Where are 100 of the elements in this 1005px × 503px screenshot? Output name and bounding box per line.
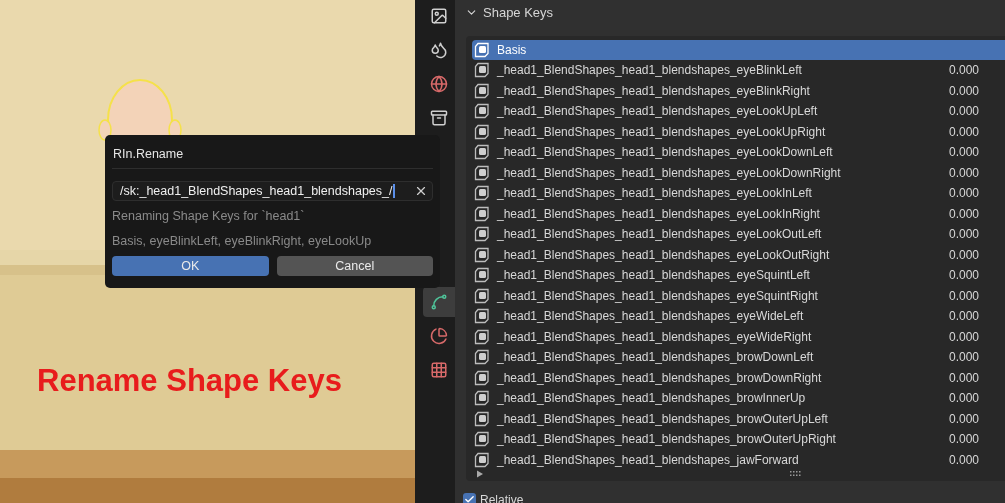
shape-key-value: 0.000 <box>948 451 979 469</box>
shape-key-icon <box>474 144 490 161</box>
shape-key-value: 0.000 <box>948 123 979 141</box>
shape-key-name: _head1_BlendShapes_head1_blendshapes_eyeWideRight <box>497 328 813 346</box>
shape-key-row[interactable]: _head1_BlendShapes_head1_blendshapes_eyeLookOutRight 0.000 <box>472 244 1005 265</box>
checker-icon <box>430 361 448 379</box>
shape-key-value: 0.000 <box>948 267 979 285</box>
shape-key-icon <box>474 287 490 304</box>
shape-key-row[interactable]: _head1_BlendShapes_head1_blendshapes_eyeLookOutLeft 0.000 <box>472 224 1005 245</box>
shape-key-name: _head1_BlendShapes_head1_blendshapes_eyeBlinkLeft <box>497 62 803 80</box>
shape-key-value: 0.000 <box>948 62 979 80</box>
box-icon <box>430 109 448 127</box>
shape-key-icon <box>474 62 490 79</box>
shape-key-name: Basis <box>497 41 528 59</box>
shape-key-row[interactable]: _head1_BlendShapes_head1_blendshapes_eyeLookUpLeft 0.000 <box>472 101 1005 122</box>
shape-key-row[interactable]: _head1_BlendShapes_head1_blendshapes_browOuterUpRight 0.000 <box>472 429 1005 450</box>
caption: Rename Shape Keys <box>37 362 342 400</box>
shape-key-name: _head1_BlendShapes_head1_blendshapes_eyeWideLeft <box>497 308 805 326</box>
shape-key-name: _head1_BlendShapes_head1_blendshapes_browOuterUpRight <box>497 431 837 449</box>
shape-key-value: 0.000 <box>948 103 979 121</box>
shape-key-value: 0.000 <box>948 349 979 367</box>
shape-key-value: 0.000 <box>948 431 979 449</box>
checkbox-label: Relative <box>480 491 524 503</box>
shape-key-icon <box>474 123 490 140</box>
shape-key-value: 0.000 <box>948 185 979 203</box>
checkbox[interactable] <box>463 493 476 503</box>
shape-key-icon <box>474 431 490 448</box>
image-icon <box>430 7 448 25</box>
shape-key-icon <box>474 451 490 468</box>
shape-key-icon <box>474 246 490 263</box>
shape-key-row[interactable]: _head1_BlendShapes_head1_blendshapes_eyeBlinkRight 0.000 <box>472 80 1005 101</box>
shape-key-icon <box>474 267 490 284</box>
shape-key-name: _head1_BlendShapes_head1_blendshapes_eyeLookInLeft <box>497 185 813 203</box>
shape-key-icon <box>474 328 490 345</box>
shape-key-icon <box>474 226 490 243</box>
shape-key-icon <box>474 390 490 407</box>
sphere-icon <box>430 327 448 345</box>
shape-key-row[interactable]: Basis <box>472 39 1005 60</box>
preview-text: Basis, eyeBlinkLeft, eyeBlinkRight, eyeLookUp <box>112 233 373 248</box>
shape-key-name: _head1_BlendShapes_head1_blendshapes_eyeSquintRight <box>497 287 819 305</box>
shape-key-icon <box>474 41 490 58</box>
ok-button[interactable]: OK <box>112 256 269 276</box>
shape-key-icon <box>474 185 490 202</box>
dialog-title: RIn.Rename <box>112 146 185 161</box>
shape-key-value: 0.000 <box>948 226 979 244</box>
shape-key-value: 0.000 <box>948 205 979 223</box>
shape-key-icon <box>474 164 490 181</box>
resize-grip-icon[interactable] <box>790 471 802 477</box>
field-value: /sk:_head1_BlendShapes_head1_blendshapes_/ <box>120 182 396 200</box>
shape-key-row[interactable]: _head1_BlendShapes_head1_blendshapes_browDownRight 0.000 <box>472 367 1005 388</box>
shape-key-row[interactable]: _head1_BlendShapes_head1_blendshapes_eyeLookUpRight 0.000 <box>472 121 1005 142</box>
shape-key-name: _head1_BlendShapes_head1_blendshapes_browDownRight <box>497 369 823 387</box>
shape-key-icon <box>474 369 490 386</box>
shape-key-name: _head1_BlendShapes_head1_blendshapes_eyeBlinkRight <box>497 82 811 100</box>
shape-key-icon <box>474 349 490 366</box>
shape-key-name: _head1_BlendShapes_head1_blendshapes_eyeLookDownLeft <box>497 144 834 162</box>
shape-key-value: 0.000 <box>948 410 979 428</box>
drops-icon <box>430 41 448 59</box>
shape-key-name: _head1_BlendShapes_head1_blendshapes_eyeLookUpRight <box>497 123 827 141</box>
shape-key-name: _head1_BlendShapes_head1_blendshapes_browOuterUpLeft <box>497 410 829 428</box>
shape-key-row[interactable]: _head1_BlendShapes_head1_blendshapes_eyeLookInLeft 0.000 <box>472 183 1005 204</box>
shape-key-value: 0.000 <box>948 164 979 182</box>
shape-key-icon <box>474 308 490 325</box>
info-text: Renaming Shape Keys for `head1` <box>112 208 306 223</box>
shape-key-value: 0.000 <box>948 144 979 162</box>
shape-key-row[interactable]: _head1_BlendShapes_head1_blendshapes_browOuterUpLeft 0.000 <box>472 408 1005 429</box>
clear-icon[interactable] <box>414 184 428 198</box>
shape-key-value: 0.000 <box>948 308 979 326</box>
shape-key-row[interactable]: _head1_BlendShapes_head1_blendshapes_eyeSquintRight 0.000 <box>472 285 1005 306</box>
shape-key-name: _head1_BlendShapes_head1_blendshapes_eyeSquintLeft <box>497 267 811 285</box>
shape-key-value: 0.000 <box>948 287 979 305</box>
shape-key-row[interactable]: _head1_BlendShapes_head1_blendshapes_eyeWideLeft 0.000 <box>472 306 1005 327</box>
shape-key-name: _head1_BlendShapes_head1_blendshapes_eyeLookOutRight <box>497 246 831 264</box>
shape-key-value: 0.000 <box>948 328 979 346</box>
shape-key-name: _head1_BlendShapes_head1_blendshapes_browInnerUp <box>497 390 807 408</box>
shape-key-icon <box>474 82 490 99</box>
shape-key-name: _head1_BlendShapes_head1_blendshapes_eyeLookOutLeft <box>497 226 823 244</box>
shape-key-row[interactable]: _head1_BlendShapes_head1_blendshapes_eyeLookDownRight 0.000 <box>472 162 1005 183</box>
shape-key-row[interactable]: _head1_BlendShapes_head1_blendshapes_browInnerUp 0.000 <box>472 388 1005 409</box>
shape-key-value: 0.000 <box>948 369 979 387</box>
shape-key-value: 0.000 <box>948 390 979 408</box>
properties-tab[interactable] <box>423 287 455 317</box>
expand-arrow-icon[interactable] <box>476 470 484 478</box>
panel-title[interactable]: Shape Keys <box>483 3 554 23</box>
shape-key-icon <box>474 103 490 120</box>
shape-key-icon <box>474 410 490 427</box>
shape-key-row[interactable]: _head1_BlendShapes_head1_blendshapes_browDownLeft 0.000 <box>472 347 1005 368</box>
shape-key-row[interactable]: _head1_BlendShapes_head1_blendshapes_eyeSquintLeft 0.000 <box>472 265 1005 286</box>
rename-input-field[interactable]: /sk:_head1_BlendShapes_head1_blendshapes_/ <box>112 181 433 201</box>
shape-key-name: _head1_BlendShapes_head1_blendshapes_eyeLookDownRight <box>497 164 842 182</box>
cancel-button[interactable]: Cancel <box>276 256 433 276</box>
shape-key-row[interactable]: _head1_BlendShapes_head1_blendshapes_jawForward 0.000 <box>472 449 1005 470</box>
globe-icon <box>430 75 448 93</box>
shape-key-row[interactable]: _head1_BlendShapes_head1_blendshapes_eyeWideRight 0.000 <box>472 326 1005 347</box>
shape-key-row[interactable]: _head1_BlendShapes_head1_blendshapes_eyeLookDownLeft 0.000 <box>472 142 1005 163</box>
shape-key-name: _head1_BlendShapes_head1_blendshapes_eyeLookUpLeft <box>497 103 819 121</box>
shape-key-row[interactable]: _head1_BlendShapes_head1_blendshapes_eyeBlinkLeft 0.000 <box>472 60 1005 81</box>
shape-key-name: _head1_BlendShapes_head1_blendshapes_browDownLeft <box>497 349 815 367</box>
shape-key-icon <box>474 205 490 222</box>
shape-key-row[interactable]: _head1_BlendShapes_head1_blendshapes_eyeLookInRight 0.000 <box>472 203 1005 224</box>
